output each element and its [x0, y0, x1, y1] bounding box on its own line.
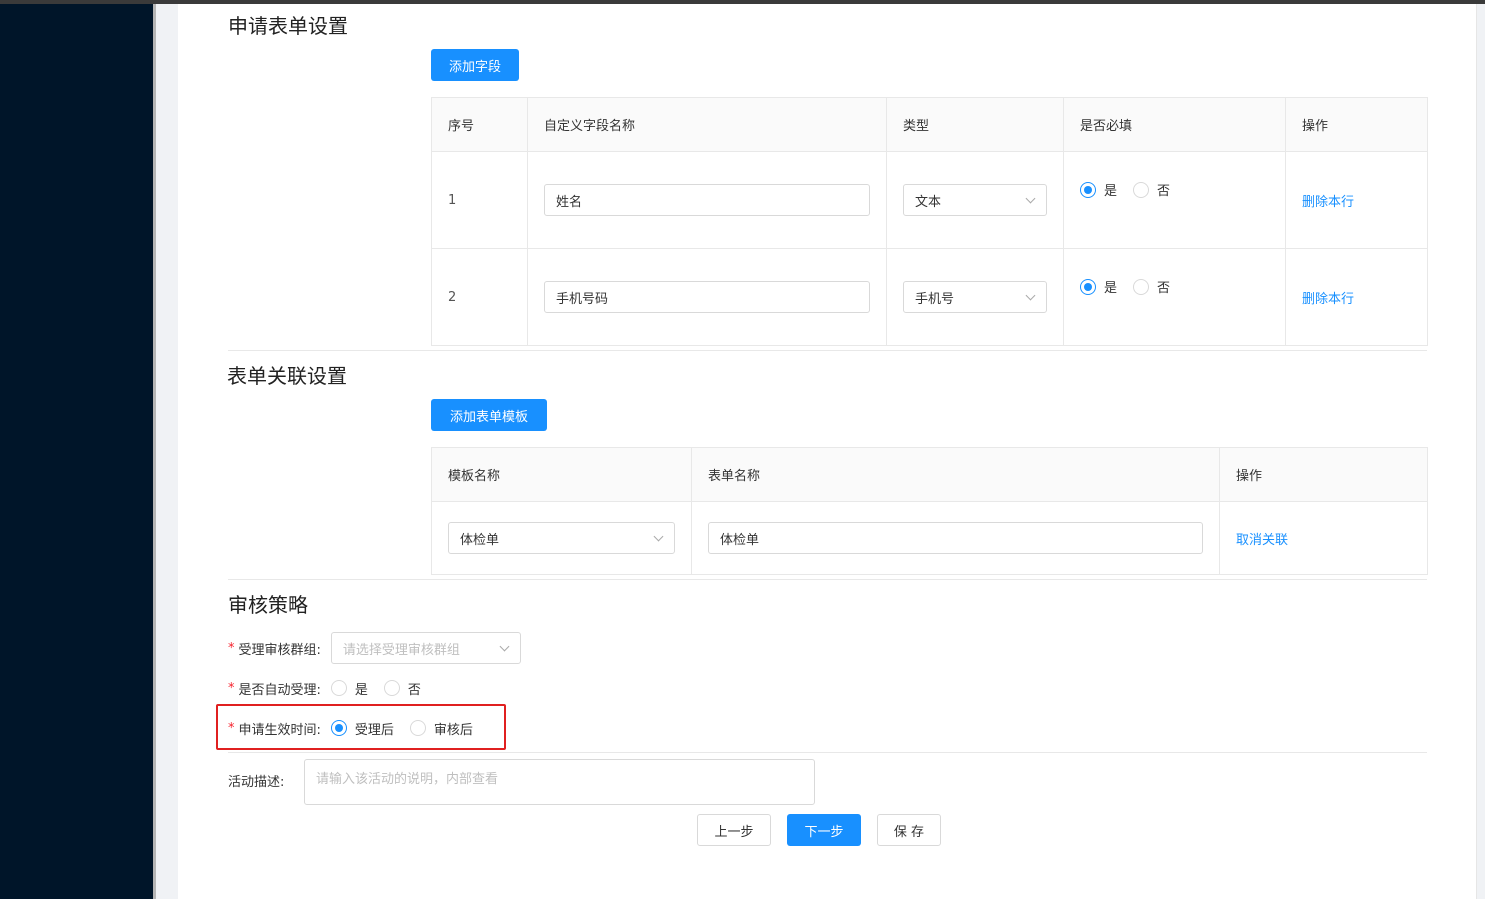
auto-accept-yes-radio[interactable]: 是: [330, 679, 368, 698]
type-select-value: 手机号: [915, 291, 955, 307]
custom-fields-table: 序号 自定义字段名称 类型 是否必填 操作 1 姓名 文本 是 否 删除本行 2…: [431, 97, 1428, 346]
col-header-field-name: 自定义字段名称: [527, 97, 887, 152]
radio-unchecked-icon: [1133, 181, 1150, 198]
col-header-template-name: 模板名称: [431, 447, 692, 502]
required-radio-group: 是 否: [1080, 277, 1285, 296]
delete-row-link[interactable]: 删除本行: [1302, 195, 1354, 210]
col-header-required: 是否必填: [1063, 97, 1286, 152]
radio-checked-icon: [1080, 181, 1096, 198]
radio-label: 是: [1104, 281, 1118, 296]
section-title-application-form: 申请表单设置: [228, 14, 348, 38]
field-name-input[interactable]: 姓名: [544, 184, 870, 216]
form-row-description: 活动描述:: [228, 769, 294, 791]
auto-accept-label: 是否自动受理:: [238, 682, 321, 698]
review-group-label: 受理审核群组:: [238, 642, 321, 658]
next-step-button[interactable]: 下一步: [787, 814, 861, 846]
table-row: 1 姓名 文本 是 否 删除本行: [431, 151, 1428, 249]
add-field-button[interactable]: 添加字段: [431, 49, 519, 81]
radio-checked-icon: [1080, 278, 1096, 295]
form-row-review-group: * 受理审核群组: 请选择受理审核群组: [228, 632, 521, 664]
radio-unchecked-icon: [1133, 278, 1150, 295]
radio-label: 否: [1157, 281, 1171, 296]
required-mark: *: [228, 640, 235, 656]
chevron-down-icon: [1025, 290, 1036, 301]
radio-label: 否: [407, 682, 421, 698]
row-index: 2: [431, 248, 528, 346]
col-header-form-name: 表单名称: [691, 447, 1220, 502]
col-header-index: 序号: [431, 97, 528, 152]
description-textarea[interactable]: 请输入该活动的说明，内部查看: [304, 759, 815, 805]
table-row: 体检单 体检单 取消关联: [431, 501, 1428, 575]
form-row-auto-accept: * 是否自动受理: 是 否: [228, 677, 437, 699]
auto-accept-no-radio[interactable]: 否: [383, 679, 421, 698]
review-group-select[interactable]: 请选择受理审核群组: [330, 632, 521, 664]
right-gutter: [1476, 4, 1485, 899]
template-select-value: 体检单: [460, 532, 500, 548]
required-mark: *: [228, 680, 235, 696]
chevron-down-icon: [653, 531, 664, 542]
chevron-down-icon: [1025, 193, 1036, 204]
required-yes-radio[interactable]: 是: [1080, 277, 1117, 296]
field-name-input[interactable]: 手机号码: [544, 281, 870, 313]
form-association-table: 模板名称 表单名称 操作 体检单 体检单 取消关联: [431, 447, 1428, 575]
section-title-form-association: 表单关联设置: [227, 364, 347, 388]
left-gutter: [156, 4, 178, 899]
required-no-radio[interactable]: 否: [1133, 180, 1170, 199]
col-header-action: 操作: [1285, 97, 1428, 152]
required-no-radio[interactable]: 否: [1133, 277, 1170, 296]
section-divider: [228, 752, 1427, 753]
col-header-type: 类型: [886, 97, 1064, 152]
col-header-action: 操作: [1219, 447, 1428, 502]
table-header-row: 模板名称 表单名称 操作: [431, 447, 1428, 502]
delete-row-link[interactable]: 删除本行: [1302, 292, 1354, 307]
section-divider: [228, 579, 1427, 580]
radio-label: 是: [1104, 184, 1118, 199]
radio-unchecked-icon: [383, 680, 400, 696]
radio-label: 是: [354, 682, 368, 698]
prev-step-button[interactable]: 上一步: [697, 814, 771, 846]
auto-accept-radio-group: 是 否: [330, 679, 437, 698]
radio-label: 否: [1157, 184, 1171, 199]
template-select[interactable]: 体检单: [448, 522, 675, 554]
description-label: 活动描述:: [228, 774, 285, 790]
type-select-value: 文本: [915, 194, 942, 210]
chevron-down-icon: [499, 641, 510, 652]
table-header-row: 序号 自定义字段名称 类型 是否必填 操作: [431, 97, 1428, 152]
sidebar: [0, 4, 153, 899]
type-select[interactable]: 手机号: [903, 281, 1047, 313]
required-yes-radio[interactable]: 是: [1080, 180, 1117, 199]
section-divider: [228, 350, 1427, 351]
highlight-annotation-box: [216, 704, 506, 750]
add-form-template-button[interactable]: 添加表单模板: [431, 399, 547, 431]
required-radio-group: 是 否: [1080, 180, 1285, 199]
save-button[interactable]: 保 存: [877, 814, 941, 846]
type-select[interactable]: 文本: [903, 184, 1047, 216]
table-row: 2 手机号码 手机号 是 否 删除本行: [431, 248, 1428, 346]
section-title-review-policy: 审核策略: [228, 593, 308, 617]
radio-unchecked-icon: [330, 680, 347, 696]
review-group-placeholder: 请选择受理审核群组: [342, 642, 460, 658]
cancel-association-link[interactable]: 取消关联: [1236, 533, 1288, 548]
row-index: 1: [431, 151, 528, 249]
form-name-input[interactable]: 体检单: [708, 522, 1203, 554]
